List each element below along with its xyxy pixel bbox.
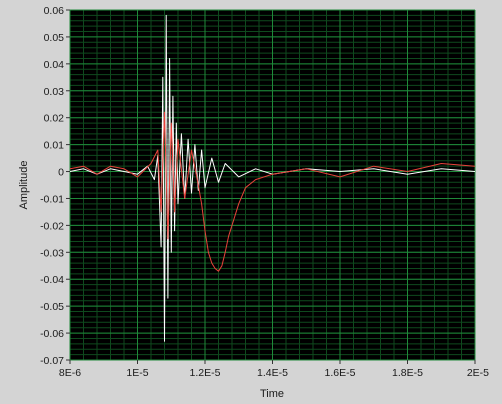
x-tick-label: 8E-6	[59, 367, 81, 379]
y-tick-label: -0.05	[40, 301, 64, 313]
y-tick-label: 0.06	[44, 5, 65, 17]
graph-panel: 0.06 0.05 0.04 0.03 0.02 0.01 0 -0.01 -0.02 -0.03…	[0, 0, 502, 404]
x-axis-ticks: 8E-6 1E-5 1.2E-5 1.4E-5 1.6E-5 1.8E-5 2E-5	[59, 360, 489, 379]
x-tick-label: 1.8E-5	[392, 367, 423, 379]
y-tick-label: -0.02	[40, 220, 64, 232]
waveform-chart: 0.06 0.05 0.04 0.03 0.02 0.01 0 -0.01 -0.02 -0.03…	[18, 5, 489, 400]
x-tick-label: 2E-5	[467, 367, 489, 379]
x-tick-label: 1E-5	[126, 367, 148, 379]
y-tick-label: -0.01	[40, 193, 64, 205]
y-tick-label: 0.02	[44, 113, 65, 125]
y-tick-label: 0.01	[44, 140, 65, 152]
y-tick-label: 0.03	[44, 86, 65, 98]
y-tick-label: -0.06	[40, 328, 64, 340]
y-tick-label: -0.04	[40, 274, 64, 286]
y-tick-label: 0	[58, 167, 64, 179]
y-axis-ticks: 0.06 0.05 0.04 0.03 0.02 0.01 0 -0.01 -0.02 -0.03…	[40, 5, 70, 367]
x-axis-title: Time	[260, 388, 284, 400]
x-tick-label: 1.4E-5	[257, 367, 288, 379]
y-tick-label: 0.05	[44, 32, 65, 44]
y-tick-label: -0.03	[40, 247, 64, 259]
y-tick-label: 0.04	[44, 59, 65, 71]
x-tick-label: 1.6E-5	[325, 367, 356, 379]
y-tick-label: -0.07	[40, 355, 64, 367]
y-axis-title: Amplitude	[18, 161, 30, 210]
x-tick-label: 1.2E-5	[190, 367, 221, 379]
